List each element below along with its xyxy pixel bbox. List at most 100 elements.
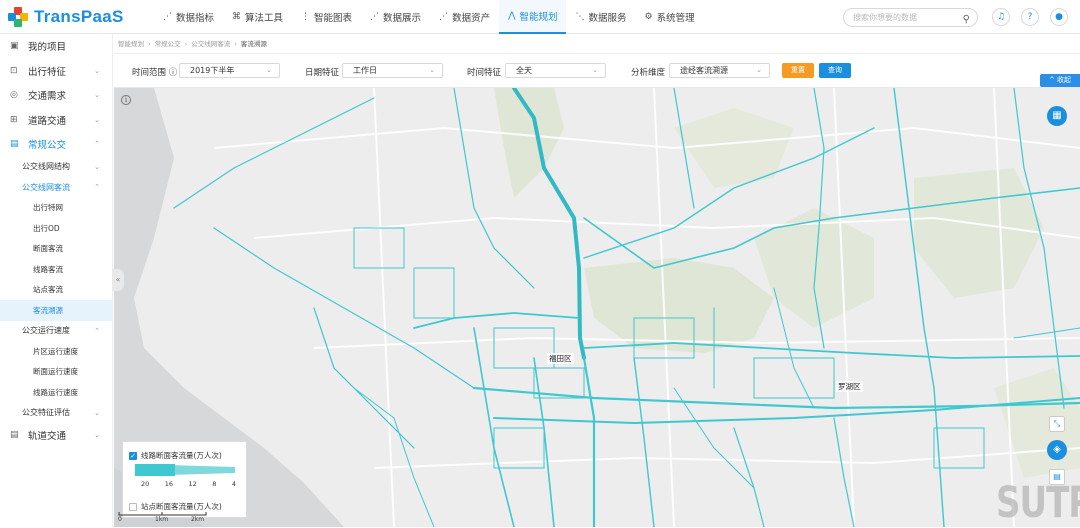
nav-item-algorithms[interactable]: ⌘ 算法工具: [223, 0, 292, 34]
collapse-filter-button[interactable]: ^ 收起: [1040, 74, 1080, 87]
sidebar-sub-bus-speed[interactable]: 公交运行速度 ⌃: [0, 321, 112, 342]
legend-tick: 16: [164, 480, 174, 488]
planning-icon: ⋀: [508, 10, 516, 21]
legend-stop-flow-toggle[interactable]: 站点断面客流量(万人次): [129, 501, 222, 512]
reset-button[interactable]: 重置: [782, 63, 814, 78]
sidebar-item-my-projects[interactable]: ▣ 我的项目: [0, 34, 112, 59]
sidebar-label: 道路交通: [28, 115, 67, 127]
nav-item-data-service[interactable]: ⋱ 数据服务: [566, 0, 635, 34]
scale-label: 1km: [155, 516, 169, 523]
logo-mark-icon: [8, 6, 28, 27]
project-icon: ▣: [10, 41, 19, 52]
sidebar-leaf-travel-od[interactable]: 出行OD: [0, 218, 112, 239]
settings-icon: ⚙: [644, 11, 653, 22]
sidebar-sub-bus-network-structure[interactable]: 公交线网结构 ⌄: [0, 157, 112, 178]
flow-line: [733, 427, 765, 527]
breadcrumb-item[interactable]: 智能规划: [118, 34, 144, 53]
scale-label: 2km: [191, 516, 205, 523]
sidebar-leaf-line-flow[interactable]: 线路客流: [0, 259, 112, 280]
sidebar-label: 公交线网结构: [22, 162, 70, 172]
sidebar-collapse-handle[interactable]: «: [112, 269, 124, 291]
time-range-label: 时间范围 ⓘ: [132, 68, 178, 78]
user-avatar-icon[interactable]: ●: [1050, 8, 1068, 26]
travel-icon: ⊡: [10, 65, 18, 76]
sidebar-label: 出行特征: [28, 66, 67, 78]
app-logo[interactable]: TransPaaS: [8, 6, 148, 27]
scale-bar-path: [118, 512, 207, 516]
nav-item-smart-charts[interactable]: ⋮ 智能图表: [292, 0, 361, 34]
search-icon[interactable]: ⚲: [963, 11, 970, 28]
chevron-down-icon: ⌄: [94, 91, 100, 100]
flow-line: [313, 307, 415, 449]
sidebar-leaf-stop-flow[interactable]: 站点客流: [0, 280, 112, 301]
analysis-dimension-select[interactable]: 途经客流溯源 ⌄: [669, 63, 770, 78]
algorithm-icon: ⌘: [232, 11, 242, 22]
query-button[interactable]: 查询: [819, 63, 851, 78]
checkbox-checked-icon[interactable]: ✓: [129, 451, 137, 460]
legend-tick: 12: [188, 480, 197, 488]
notification-bell-icon[interactable]: ♫: [992, 8, 1010, 26]
sidebar-leaf-section-flow[interactable]: 断面客流: [0, 239, 112, 260]
breadcrumb-current: 客流溯源: [240, 40, 267, 48]
nav-item-system[interactable]: ⚙ 系统管理: [636, 0, 704, 34]
sidebar-label: 线路运行速度: [33, 387, 78, 397]
sidebar-sub-bus-evaluation[interactable]: 公交特征评估 ⌄: [0, 403, 112, 424]
chevron-down-icon: ⌄: [94, 66, 100, 75]
calendar-icon[interactable]: ▦: [1047, 106, 1067, 126]
breadcrumb-item[interactable]: 常规公交: [155, 34, 181, 53]
sidebar-item-regular-bus[interactable]: ▤ 常规公交 ⌃: [0, 132, 112, 157]
sidebar-label: 公交运行速度: [22, 326, 70, 336]
chevron-down-icon: ⌄: [592, 66, 598, 74]
time-feature-select[interactable]: 全天 ⌄: [505, 63, 606, 78]
help-icon[interactable]: ?: [1021, 8, 1039, 26]
app-name: TransPaaS: [34, 6, 124, 26]
legend-label: 线路断面客流量(万人次): [141, 451, 222, 460]
nav-item-data-display[interactable]: ⋰ 数据展示: [361, 0, 430, 34]
legend-line-flow-toggle[interactable]: ✓ 线路断面客流量(万人次): [129, 450, 222, 461]
legend-tick: 20: [141, 480, 150, 488]
date-feature-select[interactable]: 工作日 ⌄: [342, 63, 443, 78]
sidebar-label: 出行特网: [33, 203, 63, 213]
nav-item-smart-planning[interactable]: ⋀ 智能规划: [499, 0, 567, 34]
sidebar-leaf-section-speed[interactable]: 断面运行速度: [0, 362, 112, 383]
sidebar-leaf-flow-tracing[interactable]: 客流溯源: [0, 300, 112, 321]
base-road: [993, 88, 1015, 527]
map-svg: [114, 88, 1080, 527]
map-canvas[interactable]: 福田区 罗湖区: [114, 88, 1080, 527]
search-input[interactable]: 搜索你想要的数据 ⚲: [843, 8, 978, 27]
info-icon[interactable]: i: [121, 95, 131, 105]
legend-band: [135, 464, 175, 476]
sidebar-label: 站点客流: [33, 285, 63, 295]
chevron-down-icon: ⌄: [94, 408, 100, 417]
select-value: 全天: [516, 66, 532, 75]
sidebar-label: 公交线网客流: [22, 182, 70, 192]
breadcrumb-item[interactable]: 公交线网客流: [191, 34, 230, 53]
flow-block: [753, 357, 835, 399]
nav-item-indicators[interactable]: ⋰ 数据指标: [154, 0, 223, 34]
sidebar-leaf-area-speed[interactable]: 片区运行速度: [0, 341, 112, 362]
sidebar-sub-bus-network-flow[interactable]: 公交线网客流 ⌃: [0, 177, 112, 198]
service-icon: ⋱: [575, 11, 585, 22]
chevron-down-icon: ⌄: [756, 66, 762, 74]
flow-block: [413, 267, 455, 319]
flow-line: [173, 97, 375, 209]
checkbox-unchecked-icon[interactable]: [129, 502, 137, 511]
base-road: [373, 88, 395, 527]
sidebar-leaf-line-speed[interactable]: 线路运行速度: [0, 382, 112, 403]
map-scale-bar: 0 1km 2km: [118, 512, 208, 524]
legend-label: 站点断面客流量(万人次): [141, 502, 222, 511]
sidebar-label: 线路客流: [33, 264, 63, 274]
sidebar-item-travel-features[interactable]: ⊡ 出行特征 ⌄: [0, 59, 112, 84]
layers-icon[interactable]: ◈: [1047, 440, 1067, 460]
sidebar-item-traffic-demand[interactable]: ◎ 交通需求 ⌄: [0, 83, 112, 108]
park-area: [674, 108, 794, 188]
sidebar-leaf-travel-network[interactable]: 出行特网: [0, 198, 112, 219]
draw-area-icon[interactable]: ⤡: [1049, 416, 1065, 432]
nav-label: 智能规划: [519, 11, 558, 23]
nav-item-data-assets[interactable]: ⋰ 数据资产: [430, 0, 499, 34]
sidebar-item-road-traffic[interactable]: ⊞ 道路交通 ⌄: [0, 108, 112, 133]
sidebar-item-rail-transit[interactable]: ▤ 轨道交通 ⌄: [0, 423, 112, 448]
chevron-up-icon: ⌃: [94, 183, 100, 192]
chart-line-icon: ⋰: [163, 11, 172, 22]
time-range-select[interactable]: 2019下半年 ⌄: [179, 63, 280, 78]
